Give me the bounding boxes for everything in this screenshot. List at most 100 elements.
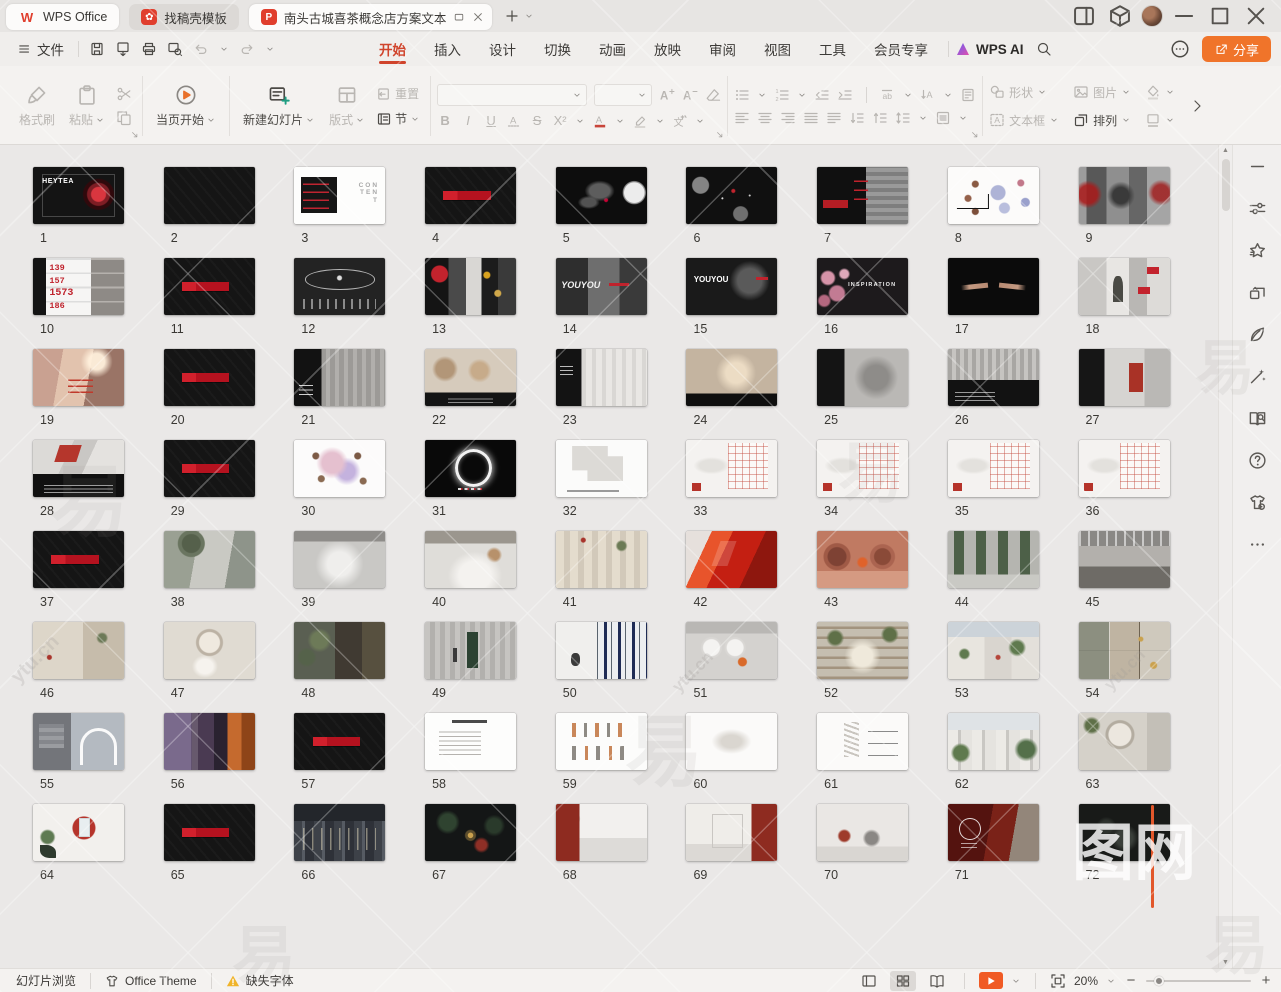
align-right-icon[interactable] (780, 110, 796, 126)
user-avatar[interactable] (1141, 5, 1163, 27)
menu-tab-3[interactable]: 设计 (475, 32, 530, 66)
decrease-indent-icon[interactable] (814, 87, 830, 103)
copy-icon[interactable] (116, 110, 132, 126)
close-button[interactable] (1241, 3, 1271, 29)
menu-tab-8[interactable]: 视图 (750, 32, 805, 66)
zoom-caret[interactable] (1106, 976, 1116, 986)
slide-thumbnail-62[interactable] (948, 713, 1039, 770)
slide-thumbnail-37[interactable] (33, 531, 124, 588)
export-icon[interactable] (115, 41, 131, 57)
slide-thumbnail-10[interactable]: 1391571573186 (33, 258, 124, 315)
slide-thumbnail-43[interactable] (817, 531, 908, 588)
layout-button[interactable]: 版式 (322, 80, 372, 132)
section-button[interactable]: 节 (376, 110, 420, 127)
reset-button[interactable]: 重置 (376, 85, 420, 102)
slide-thumbnail-65[interactable] (164, 804, 255, 861)
material-library-icon[interactable] (1248, 325, 1267, 344)
play-mode-caret[interactable] (1011, 976, 1021, 986)
slide-thumbnail-21[interactable] (294, 349, 385, 406)
font-family-select[interactable] (437, 84, 587, 106)
char-spacing-icon[interactable]: A (506, 113, 522, 129)
slide-thumbnail-31[interactable] (425, 440, 516, 497)
find-replace-icon[interactable] (1248, 409, 1267, 428)
slide-thumbnail-17[interactable] (948, 258, 1039, 315)
menu-tab-10[interactable]: 会员专享 (860, 32, 942, 66)
slide-thumbnail-44[interactable] (948, 531, 1039, 588)
slide-thumbnail-18[interactable] (1079, 258, 1170, 315)
increase-font-icon[interactable]: A (659, 87, 675, 103)
slide-thumbnail-68[interactable] (556, 804, 647, 861)
shapes-button[interactable]: 形状 (989, 84, 1059, 101)
menu-tab-6[interactable]: 放映 (640, 32, 695, 66)
slide-thumbnail-6[interactable] (686, 167, 777, 224)
tab-close-icon[interactable] (472, 11, 484, 23)
save-icon[interactable] (89, 41, 105, 57)
fill-color-button[interactable] (1145, 84, 1175, 100)
distribute-icon[interactable] (826, 110, 842, 126)
maximize-button[interactable] (1205, 3, 1235, 29)
help-icon[interactable] (1248, 451, 1267, 470)
row-spacing-down-icon[interactable] (872, 110, 888, 126)
slide-thumbnail-24[interactable] (686, 349, 777, 406)
slide-thumbnail-36[interactable] (1079, 440, 1170, 497)
slide-thumbnail-67[interactable] (425, 804, 516, 861)
underline-button[interactable]: U (483, 113, 499, 128)
slide-thumbnail-56[interactable] (164, 713, 255, 770)
menu-tab-4[interactable]: 切换 (530, 32, 585, 66)
slide-thumbnail-25[interactable] (817, 349, 908, 406)
menu-tab-2[interactable]: 插入 (420, 32, 475, 66)
paste-button[interactable]: 粘贴 (62, 80, 112, 132)
align-center-icon[interactable] (757, 110, 773, 126)
scrollbar-thumb[interactable] (1222, 159, 1230, 211)
slide-thumbnail-32[interactable] (556, 440, 647, 497)
slide-thumbnail-48[interactable] (294, 622, 385, 679)
redo-icon[interactable] (239, 41, 255, 57)
slide-thumbnail-1[interactable]: HEYTEA (33, 167, 124, 224)
vertical-text-icon[interactable]: A (920, 87, 936, 103)
toolbar-expand-button[interactable] (1181, 70, 1213, 142)
new-tab-button[interactable] (504, 8, 520, 24)
slide-thumbnail-8[interactable] (948, 167, 1039, 224)
slide-thumbnail-20[interactable] (164, 349, 255, 406)
slide-thumbnail-29[interactable] (164, 440, 255, 497)
slide-thumbnail-13[interactable] (425, 258, 516, 315)
strikethrough-button[interactable]: S (529, 113, 545, 128)
line-spacing-icon[interactable] (895, 110, 911, 126)
slide-thumbnail-63[interactable] (1079, 713, 1170, 770)
vertical-scrollbar[interactable]: ▲ ▼ (1218, 145, 1232, 968)
superscript-button[interactable]: X² (552, 113, 568, 128)
slide-thumbnail-3[interactable]: CONTENT (294, 167, 385, 224)
outline-color-button[interactable] (1145, 112, 1175, 128)
wps-ai-button[interactable]: WPS AI (955, 42, 1024, 57)
picture-button[interactable]: 图片 (1073, 84, 1131, 101)
slide-thumbnail-42[interactable] (686, 531, 777, 588)
skin-theme-icon[interactable] (1248, 493, 1267, 512)
zoom-out-button[interactable]: − (1124, 972, 1138, 989)
slide-thumbnail-38[interactable] (164, 531, 255, 588)
slide-thumbnail-41[interactable] (556, 531, 647, 588)
slide-thumbnail-11[interactable] (164, 258, 255, 315)
slide-thumbnail-58[interactable] (425, 713, 516, 770)
text-direction-icon[interactable]: ab (880, 87, 896, 103)
slide-thumbnail-40[interactable] (425, 531, 516, 588)
split-screen-icon[interactable] (1069, 3, 1099, 29)
slide-sorter-view-button[interactable] (890, 971, 916, 991)
slide-thumbnail-39[interactable] (294, 531, 385, 588)
slide-thumbnail-52[interactable] (817, 622, 908, 679)
slide-thumbnail-12[interactable] (294, 258, 385, 315)
slide-thumbnail-16[interactable]: INSPIRATION (817, 258, 908, 315)
paragraph-dialog-launcher[interactable] (970, 130, 980, 140)
transition-icon[interactable] (1248, 283, 1267, 302)
slide-thumbnail-19[interactable] (33, 349, 124, 406)
tab-presentation-document[interactable]: P 南头古城喜茶概念店方案文本 (249, 4, 493, 30)
zoom-level-value[interactable]: 20% (1074, 974, 1098, 988)
row-spacing-up-icon[interactable] (849, 110, 865, 126)
fit-to-window-icon[interactable] (1050, 973, 1066, 989)
slide-thumbnail-57[interactable] (294, 713, 385, 770)
format-painter-button[interactable]: 格式刷 (12, 80, 62, 132)
textbox-button[interactable]: A文本框 (989, 112, 1059, 129)
menu-tab-5[interactable]: 动画 (585, 32, 640, 66)
slide-thumbnail-71[interactable] (948, 804, 1039, 861)
paragraph-spacing-icon[interactable] (935, 110, 951, 126)
slide-thumbnail-7[interactable] (817, 167, 908, 224)
